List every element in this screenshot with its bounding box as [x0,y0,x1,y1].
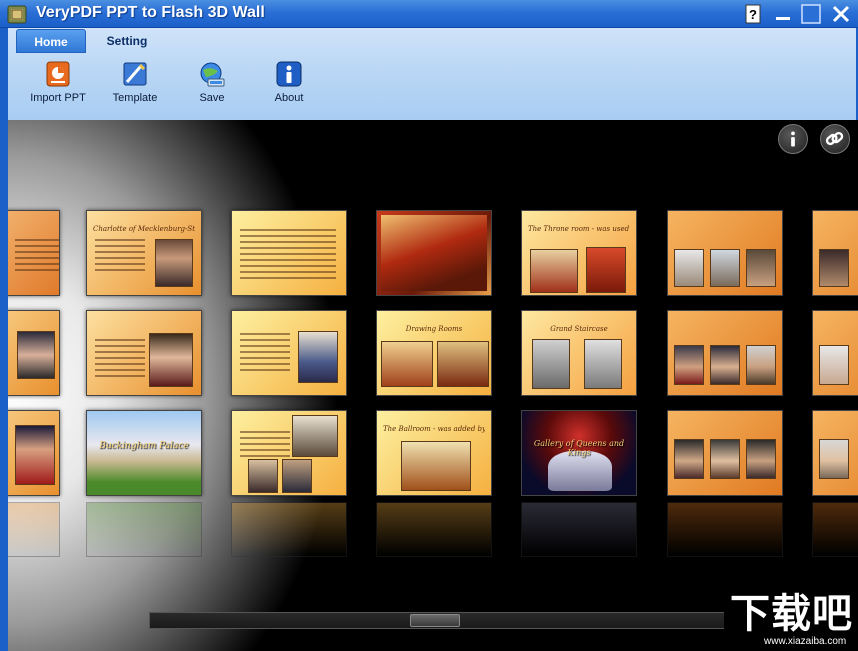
save-globe-icon [198,60,226,88]
portrait-image [17,331,55,379]
tab-setting[interactable]: Setting [90,29,164,53]
about-label: About [249,92,329,104]
portrait-image [746,249,776,287]
slide-reflection [812,502,858,557]
viewer-info-button[interactable] [778,124,808,154]
slide-title: Buckingham Palace [87,441,201,451]
slide-thumbnail[interactable]: Grand Staircase [521,310,637,396]
portrait-image [819,345,849,385]
slide-thumbnail[interactable] [231,210,347,296]
portrait-image [710,345,740,385]
watermark-url: www.xiazaiba.com [764,636,846,647]
staircase-image [584,339,622,389]
portrait-image [819,439,849,479]
slide-thumbnail[interactable]: Buckingham Palace [86,410,202,496]
slide-thumbnail[interactable] [812,310,858,396]
info-icon [779,125,807,153]
room-image [381,215,487,291]
ribbon: Home Setting Import PPT Template Save [0,28,858,120]
drawing-room-image [437,341,489,387]
portrait-image [819,249,849,287]
save-label: Save [172,92,252,104]
slide-title: Charlotte of Mecklenburg-Strelitz [93,225,195,233]
slide-thumbnail[interactable]: The Throne room - was used by Elizabeth … [521,210,637,296]
crown-image [548,451,612,491]
slide-reflection [521,502,637,557]
throne-image [586,247,626,293]
slide-title: Gallery of Queens and Kings [522,439,636,457]
portrait-image [674,345,704,385]
template-icon [121,60,149,88]
slide-thumbnail[interactable]: Charlotte of Mecklenburg-Strelitz [86,210,202,296]
slide-thumbnail[interactable] [667,310,783,396]
slide-thumbnail[interactable]: Drawing Rooms [376,310,492,396]
slide-thumbnail[interactable] [86,310,202,396]
slide-thumbnail[interactable] [0,210,60,296]
slide-thumbnail[interactable] [0,310,60,396]
watermark-logo: 下载吧 [730,592,853,636]
import-ppt-button[interactable]: Import PPT [18,60,98,110]
wall-scrollbar[interactable] [149,612,727,629]
slide-thumbnail[interactable] [667,210,783,296]
slide-thumbnail[interactable] [812,410,858,496]
slide-reflection [231,502,347,557]
slide-title: Grand Staircase [528,325,630,333]
maximize-icon[interactable] [800,3,822,25]
help-icon[interactable]: ? [743,3,765,25]
slide-thumbnail[interactable] [812,210,858,296]
window-title: VeryPDF PPT to Flash 3D Wall [36,4,265,22]
slide-thumbnail[interactable]: Gallery of Queens and Kings [521,410,637,496]
svg-text:?: ? [749,7,757,22]
wall-viewer[interactable]: Charlotte of Mecklenburg-Strelitz The Th… [0,120,858,651]
drawing-room-image [381,341,433,387]
portrait-image [674,249,704,287]
photo-image [248,459,278,493]
watermark: 下载吧 www.xiazaiba.com [724,590,858,651]
import-ppt-label: Import PPT [18,92,98,104]
portrait-image [155,239,193,287]
about-button[interactable]: About [249,60,329,110]
portrait-image [15,425,55,485]
slide-reflection [0,502,60,557]
close-icon[interactable] [830,3,852,25]
staircase-image [532,339,570,389]
slide-reflection [86,502,202,557]
slide-thumbnail[interactable] [667,410,783,496]
slide-thumbnail[interactable] [0,410,60,496]
app-logo-icon [6,3,28,25]
throne-room-image [530,249,578,293]
scrollbar-thumb[interactable] [410,614,460,627]
slide-title: The Throne room - was used by Elizabeth … [528,225,630,233]
photo-image [292,415,338,457]
slide-thumbnail[interactable] [231,410,347,496]
title-bar: VeryPDF PPT to Flash 3D Wall ? [0,0,858,28]
viewer-link-button[interactable] [820,124,850,154]
link-icon [821,125,849,153]
portrait-image [746,345,776,385]
portrait-image [710,249,740,287]
slide-thumbnail[interactable] [376,210,492,296]
portrait-image [746,439,776,479]
slide-reflection [667,502,783,557]
slide-title: Drawing Rooms [383,325,485,333]
photo-image [282,459,312,493]
slide-thumbnail[interactable] [231,310,347,396]
info-icon [275,60,303,88]
tab-home[interactable]: Home [16,29,86,53]
portrait-image [674,439,704,479]
slide-title: The Ballroom - was added by Queen Victor… [383,425,485,433]
slide-thumbnail[interactable]: The Ballroom - was added by Queen Victor… [376,410,492,496]
save-button[interactable]: Save [172,60,252,110]
portrait-image [710,439,740,479]
photo-image [298,331,338,383]
slide-reflection [376,502,492,557]
slide-wall: Charlotte of Mecklenburg-Strelitz The Th… [8,120,858,651]
minimize-icon[interactable] [772,3,794,25]
portrait-image [149,333,193,387]
import-ppt-icon [44,60,72,88]
template-button[interactable]: Template [95,60,175,110]
template-label: Template [95,92,175,104]
ballroom-image [401,441,471,491]
